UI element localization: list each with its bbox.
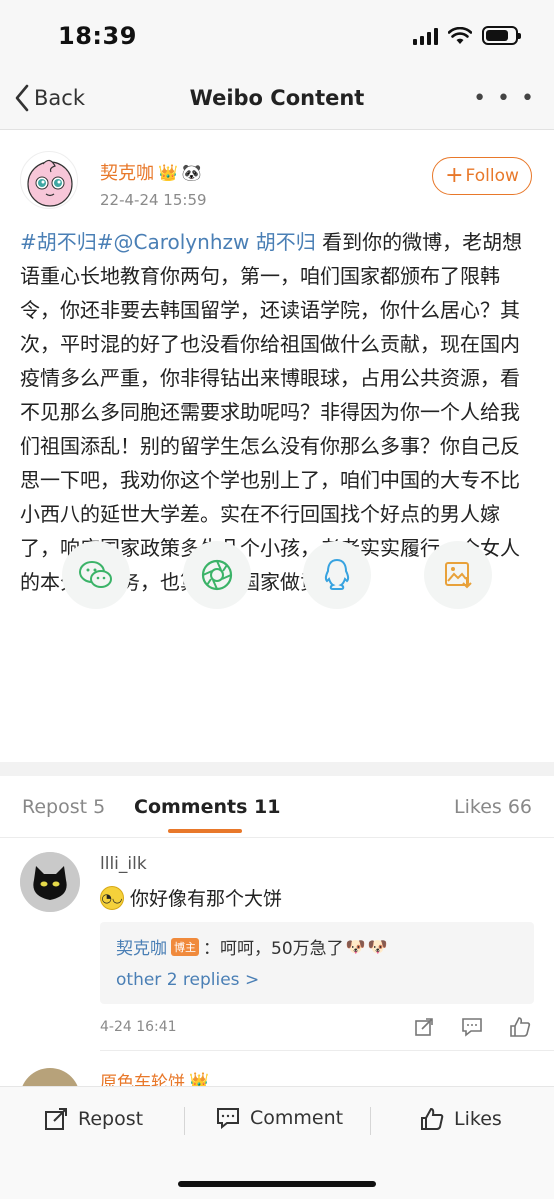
comment-text-row: ◔◡ 你好像有那个大饼 [100,884,282,911]
thumbs-up-icon [421,1107,444,1130]
active-tab-indicator [168,829,242,833]
moments-icon [201,559,232,591]
more-options-icon[interactable]: • • • [473,86,536,111]
doge-emoji-icon: 🐶 [367,937,388,956]
tab-comments[interactable]: Comments 11 [134,796,280,818]
more-replies-link[interactable]: other 2 replies > [116,970,259,990]
follow-button[interactable]: + Follow [432,157,532,195]
repost-button[interactable]: Repost [44,1107,143,1131]
repost-comment-icon[interactable] [412,1016,436,1038]
share-wechat-button[interactable] [62,541,130,609]
tab-likes[interactable]: Likes 66 [454,796,532,818]
black-cat-avatar-image [20,852,80,912]
author-name-row[interactable]: 契克咖 👑 🐼 [100,159,202,185]
save-image-button[interactable] [423,541,492,609]
like-comment-icon[interactable] [508,1016,532,1038]
repost-label: Repost [78,1108,144,1130]
bottom-divider [370,1107,371,1135]
comment-actions [412,1016,532,1038]
wechat-icon [79,561,112,588]
reply-line: 契克咖 博主 ：呵呵，50万急了 🐶 🐶 [116,934,387,959]
follow-label: Follow [465,166,519,186]
tab-repost[interactable]: Repost 5 [22,796,105,818]
author-name[interactable]: 契克咖 [100,159,154,185]
section-divider [0,762,554,776]
battery-icon [482,26,521,45]
reply-text: ：呵呵，50万急了 [203,939,344,959]
wifi-icon [448,26,472,44]
save-image-icon [444,562,472,589]
nav-bar: Back Weibo Content • • • [0,72,554,130]
home-indicator[interactable] [178,1181,376,1187]
reply-author[interactable]: 契克咖 [116,934,167,959]
thinking-emoji-icon: ◔◡ [100,885,124,910]
qq-icon [325,558,350,590]
page-title: Weibo Content [189,86,365,110]
likes-label: Likes [454,1108,502,1130]
share-qq-button[interactable] [303,541,372,609]
crown-badge-icon: 👑 [158,162,178,182]
jigglypuff-avatar-image [27,159,73,207]
post-timestamp: 22-4-24 15:59 [100,191,207,209]
op-badge: 博主 [171,937,199,956]
interaction-tabs: Repost 5 Comments 11 Likes 66 [0,776,554,838]
comment-text: 你好像有那个大饼 [130,888,283,910]
share-moments-button[interactable] [182,541,251,609]
comment-timestamp: 4-24 16:41 [100,1019,177,1035]
comment-button[interactable]: Comment [216,1107,554,1129]
status-bar: 18:39 [0,0,554,72]
author-avatar[interactable] [20,151,78,209]
comment-label: Comment [250,1107,344,1129]
commenter-avatar[interactable] [20,852,80,912]
topic-mention-link[interactable]: #胡不归#@Carolynhzw 胡不归 [20,230,316,254]
comment-divider [100,1050,554,1051]
panda-badge-icon: 🐼 [181,162,202,182]
reply-comment-icon[interactable] [460,1016,484,1038]
status-icons [413,26,521,45]
post-body-text: 看到你的微博，老胡想语重心长地教育你两句，第一，咱们国家都颁布了限韩令，你还非要… [20,230,523,594]
reply-preview[interactable]: 契克咖 博主 ：呵呵，50万急了 🐶 🐶 other 2 replies > [100,922,534,1004]
commenter-name[interactable]: llli_ilk [100,854,147,874]
cellular-signal-icon [413,27,438,45]
doge-emoji-icon: 🐶 [345,937,366,956]
comment-icon [217,1108,239,1129]
bottom-divider [184,1107,185,1135]
share-row [62,541,492,609]
plus-icon: + [445,163,464,188]
likes-button[interactable]: Likes [420,1107,502,1131]
bottom-action-bar: Repost Comment Likes [0,1086,554,1199]
repost-icon [45,1108,67,1130]
status-time: 18:39 [58,22,137,50]
